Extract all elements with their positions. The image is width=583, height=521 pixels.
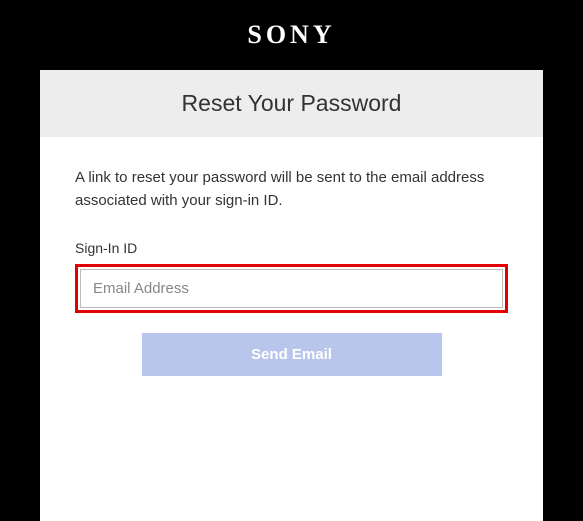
title-bar: Reset Your Password bbox=[40, 70, 543, 137]
send-email-button[interactable]: Send Email bbox=[142, 333, 442, 376]
page-title: Reset Your Password bbox=[40, 90, 543, 117]
sony-logo: SONY bbox=[247, 20, 335, 50]
button-row: Send Email bbox=[75, 333, 508, 376]
description-text: A link to reset your password will be se… bbox=[75, 167, 508, 212]
email-input-highlight bbox=[75, 264, 508, 313]
header-bar: SONY bbox=[40, 0, 543, 70]
email-field[interactable] bbox=[80, 269, 503, 308]
signin-id-label: Sign-In ID bbox=[75, 240, 508, 256]
content-area: A link to reset your password will be se… bbox=[40, 137, 543, 406]
page-container: SONY Reset Your Password A link to reset… bbox=[40, 0, 543, 521]
